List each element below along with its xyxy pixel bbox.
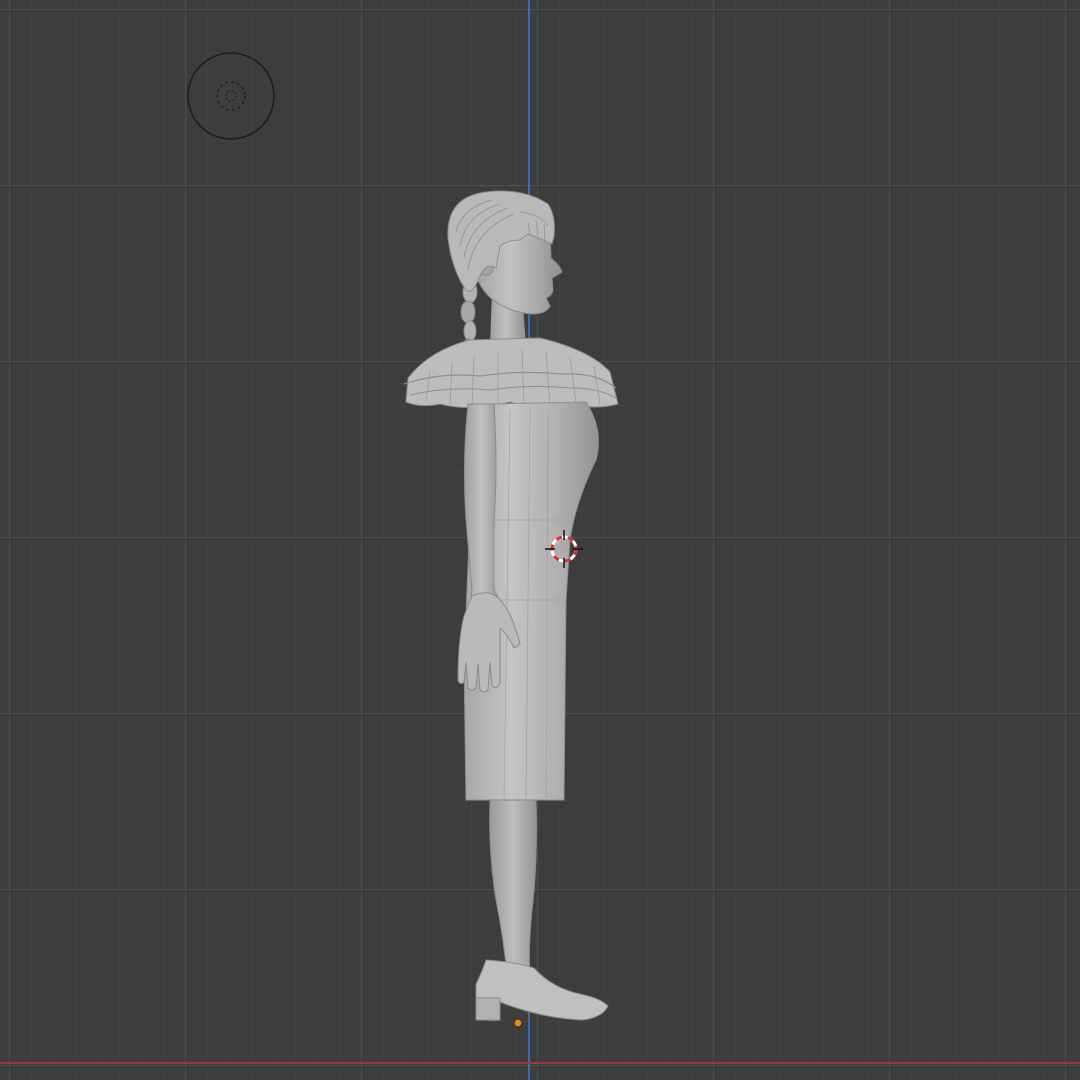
shoe-heel — [475, 997, 501, 1021]
3d-viewport[interactable] — [0, 0, 1080, 1080]
origin-point[interactable] — [513, 1018, 523, 1028]
viewport-canvas[interactable] — [0, 0, 1080, 1080]
